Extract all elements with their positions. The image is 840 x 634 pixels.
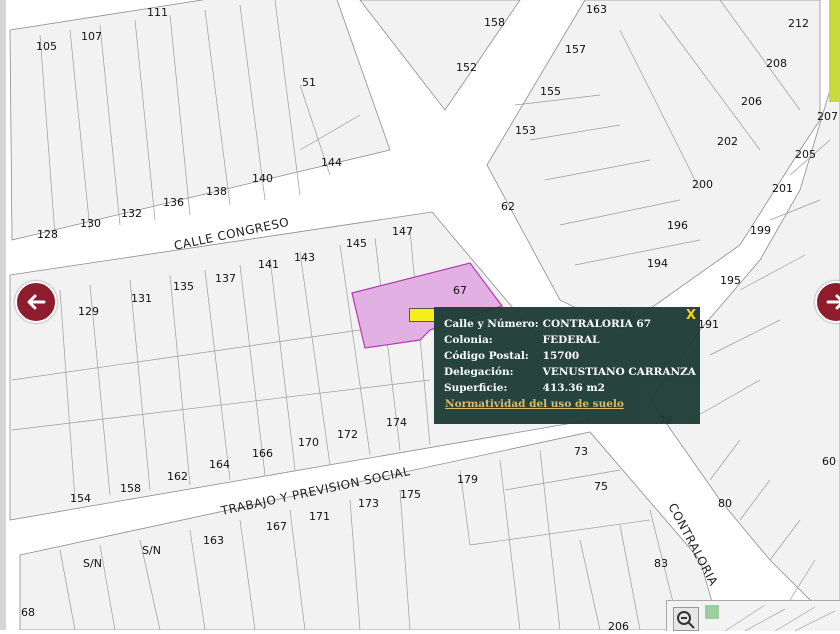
lot-number: 132 — [121, 207, 142, 220]
info-row: Colonia: FEDERAL — [444, 333, 700, 349]
info-label: Código Postal: — [444, 350, 529, 362]
info-row: Calle y Número: CONTRALORIA 67 — [444, 317, 700, 333]
lot-number: 135 — [173, 280, 194, 293]
lot-number: 51 — [302, 76, 316, 89]
lot-number: 172 — [337, 428, 358, 441]
info-label: Calle y Número: — [444, 318, 539, 330]
info-label: Colonia: — [444, 334, 493, 346]
lot-number: 157 — [565, 43, 586, 56]
lot-number: 158 — [120, 482, 141, 495]
lot-number: 140 — [252, 172, 273, 185]
lot-number: 60 — [822, 455, 836, 468]
lot-number: 111 — [147, 6, 168, 19]
lot-number: 131 — [131, 292, 152, 305]
parcel-info-table: Calle y Número: CONTRALORIA 67 Colonia: … — [444, 317, 700, 397]
lot-number: 207 — [817, 110, 838, 123]
lot-number: 68 — [21, 606, 35, 619]
lot-number: 73 — [574, 445, 588, 458]
lot-number: 105 — [36, 40, 57, 53]
lot-number: 143 — [294, 251, 315, 264]
lot-number: 208 — [766, 57, 787, 70]
info-value: VENUSTIANO CARRANZA — [542, 366, 696, 378]
parcel-info-popup: X Calle y Número: CONTRALORIA 67 Colonia… — [434, 307, 700, 424]
lot-number: 153 — [515, 124, 536, 137]
overview-strip[interactable] — [829, 0, 840, 102]
lot-number: 167 — [266, 520, 287, 533]
lot-number: 173 — [358, 497, 379, 510]
overview-map[interactable] — [666, 600, 840, 631]
lot-number: 80 — [718, 497, 732, 510]
lot-number: 191 — [698, 318, 719, 331]
lot-number: 174 — [386, 416, 407, 429]
lot-number: S/N — [83, 557, 102, 570]
info-value: 15700 — [542, 350, 580, 362]
lot-number: 206 — [608, 620, 629, 630]
lot-number: 200 — [692, 178, 713, 191]
lot-number: 155 — [540, 85, 561, 98]
lot-number: 158 — [484, 16, 505, 29]
lot-number: 194 — [647, 257, 668, 270]
arrow-left-icon — [27, 294, 46, 310]
lot-number: 175 — [400, 488, 421, 501]
lot-number: 67 — [453, 284, 467, 297]
lot-number: 130 — [80, 217, 101, 230]
lot-number: 152 — [456, 61, 477, 74]
lot-number: 171 — [309, 510, 330, 523]
land-use-link[interactable]: Normatividad del uso de suelo — [445, 398, 624, 410]
lot-number: 147 — [392, 225, 413, 238]
lot-number: 136 — [163, 196, 184, 209]
lot-number: 170 — [298, 436, 319, 449]
lot-number: 205 — [795, 148, 816, 161]
lot-number: S/N — [142, 544, 161, 557]
lot-number: 162 — [167, 470, 188, 483]
lot-number: 145 — [346, 237, 367, 250]
lot-number: 107 — [81, 30, 102, 43]
lot-number: 75 — [594, 480, 608, 493]
arrow-right-icon — [826, 294, 840, 310]
lot-number: 199 — [750, 224, 771, 237]
lot-number: 138 — [206, 185, 227, 198]
lot-number: 179 — [457, 473, 478, 486]
lot-number: 154 — [70, 492, 91, 505]
lot-number: 144 — [321, 156, 342, 169]
info-row: Código Postal: 15700 — [444, 349, 700, 365]
lot-number: 202 — [717, 135, 738, 148]
magnifier-zoom-out-icon[interactable] — [673, 607, 699, 631]
lot-number: 201 — [772, 182, 793, 195]
lot-number: 163 — [586, 3, 607, 16]
lot-number: 212 — [788, 17, 809, 30]
lot-number: 196 — [667, 219, 688, 232]
info-value: FEDERAL — [542, 334, 600, 346]
lot-number: 163 — [203, 534, 224, 547]
info-value: CONTRALORIA 67 — [542, 318, 652, 330]
info-label: Delegación: — [444, 366, 514, 378]
lot-number: 129 — [78, 305, 99, 318]
overview-thumbnail — [705, 605, 836, 631]
lot-number: 62 — [501, 200, 515, 213]
lot-number: 137 — [215, 272, 236, 285]
info-value: 413.36 m2 — [542, 382, 605, 394]
lot-number: 195 — [720, 274, 741, 287]
parcel-marker[interactable] — [409, 308, 435, 322]
lot-number: 128 — [37, 228, 58, 241]
lot-number: 166 — [252, 447, 273, 460]
info-row: Superficie: 413.36 m2 — [444, 381, 700, 397]
info-row: Delegación: VENUSTIANO CARRANZA — [444, 365, 700, 381]
lot-number: 83 — [654, 557, 668, 570]
lot-number: 164 — [209, 458, 230, 471]
pan-left-button[interactable] — [15, 281, 57, 323]
lot-number: 206 — [741, 95, 762, 108]
left-edge-bar — [0, 0, 6, 630]
lot-number: 141 — [258, 258, 279, 271]
info-label: Superficie: — [444, 382, 508, 394]
